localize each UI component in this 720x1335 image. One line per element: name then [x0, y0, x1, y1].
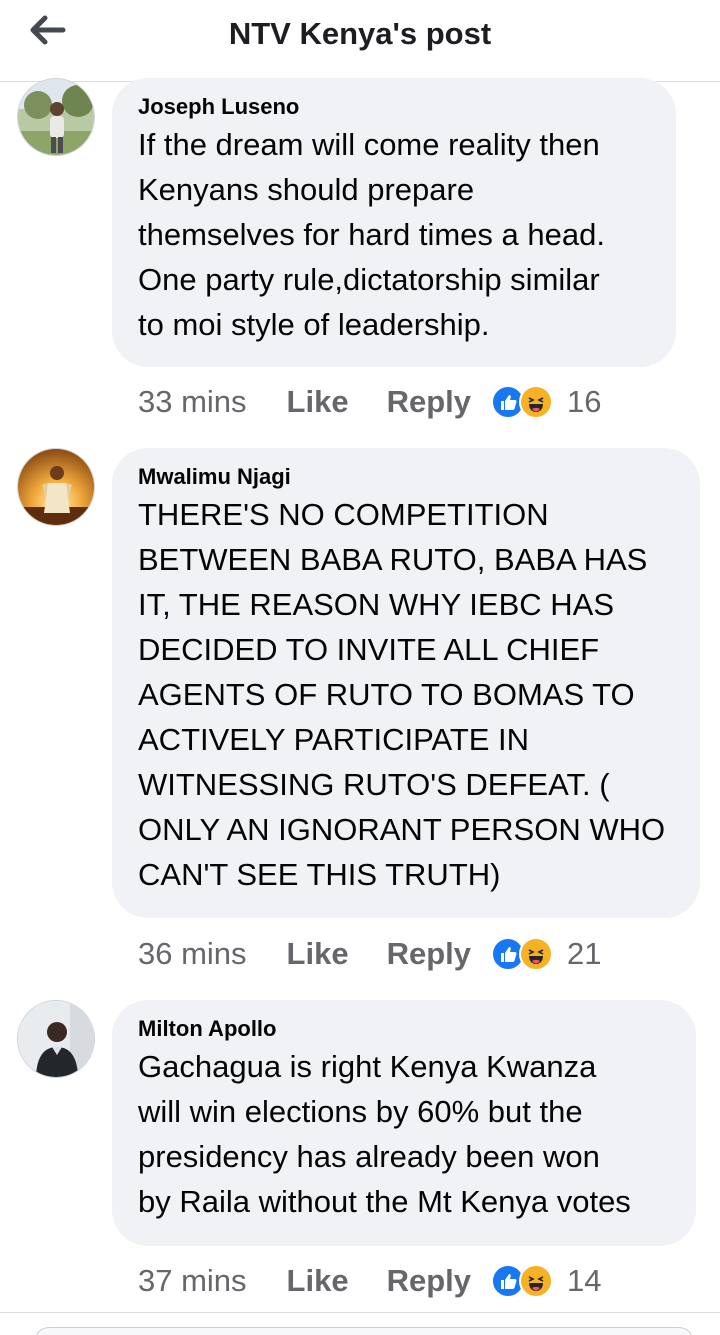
comment-bubble: Milton Apollo Gachagua is right Kenya Kw… [112, 1000, 696, 1246]
like-button[interactable]: Like [287, 1263, 349, 1299]
laughing-face-icon [519, 1264, 553, 1298]
comment-text: THERE'S NO COMPETITION BETWEEN BABA RUTO… [138, 497, 666, 892]
reaction-count: 16 [567, 384, 602, 419]
comment-actions: 33 mins Like Reply 16 [138, 382, 601, 422]
header-bar: NTV Kenya's post [0, 0, 720, 82]
avatar[interactable] [17, 448, 95, 526]
comment-author[interactable]: Mwalimu Njagi [138, 464, 676, 490]
comment-timestamp[interactable]: 36 mins [138, 936, 247, 972]
comment-bubble: Mwalimu Njagi THERE'S NO COMPETITION BET… [112, 448, 700, 918]
reaction-summary[interactable]: 14 [491, 1263, 601, 1299]
avatar[interactable] [17, 1000, 95, 1078]
comment-author[interactable]: Joseph Luseno [138, 94, 652, 120]
like-button[interactable]: Like [287, 936, 349, 972]
comment-text: Gachagua is right Kenya Kwanza will win … [138, 1049, 631, 1219]
reaction-summary[interactable]: 16 [491, 384, 601, 420]
post-comments-page: NTV Kenya's post Joseph Luseno If the dr… [0, 0, 720, 1335]
avatar-image [18, 79, 94, 155]
divider [0, 1312, 720, 1313]
comment-bubble: Joseph Luseno If the dream will come rea… [112, 78, 676, 367]
reaction-count: 14 [567, 1263, 602, 1298]
comment-actions: 37 mins Like Reply 14 [138, 1261, 601, 1301]
reply-button[interactable]: Reply [387, 936, 471, 972]
reaction-summary[interactable]: 21 [491, 936, 601, 972]
comment-text: If the dream will come reality then Keny… [138, 127, 605, 342]
laughing-face-icon [519, 937, 553, 971]
page-title: NTV Kenya's post [228, 16, 492, 51]
reply-button[interactable]: Reply [387, 384, 471, 420]
avatar-image [18, 449, 94, 525]
reaction-count: 21 [567, 936, 602, 971]
avatar-image [18, 1001, 94, 1077]
comment-timestamp[interactable]: 33 mins [138, 384, 247, 420]
like-button[interactable]: Like [287, 384, 349, 420]
comment-timestamp[interactable]: 37 mins [138, 1263, 247, 1299]
comment-composer[interactable] [34, 1327, 694, 1335]
avatar[interactable] [17, 78, 95, 156]
comment-actions: 36 mins Like Reply 21 [138, 934, 601, 974]
comment-author[interactable]: Milton Apollo [138, 1016, 672, 1042]
reply-button[interactable]: Reply [387, 1263, 471, 1299]
laughing-face-icon [519, 385, 553, 419]
